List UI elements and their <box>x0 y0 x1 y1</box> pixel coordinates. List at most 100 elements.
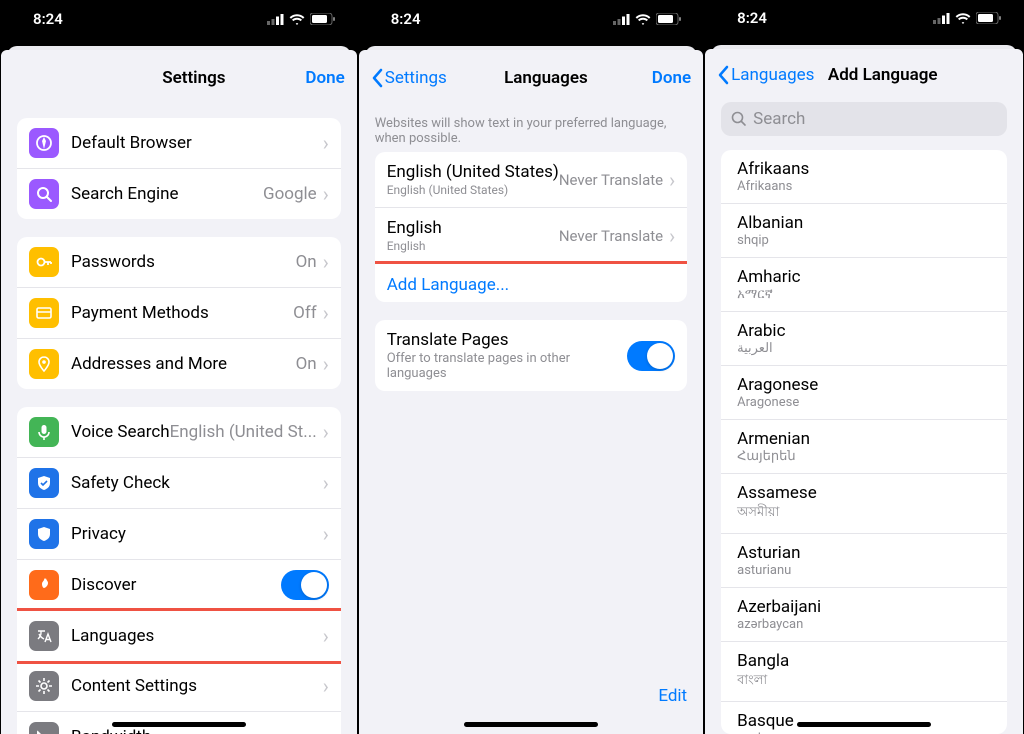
translate-toggle[interactable] <box>627 341 675 371</box>
navbar: Settings Done <box>1 56 357 100</box>
language-row[interactable]: EnglishEnglishNever Translate› <box>375 208 687 264</box>
row-label: Content Settings <box>71 676 323 696</box>
tab-strip <box>1 38 357 56</box>
chevron-right-icon: › <box>323 522 329 546</box>
language-option[interactable]: Albanianshqip <box>721 204 1007 258</box>
settings-row-privacy[interactable]: Privacy› <box>17 509 341 560</box>
language-row[interactable]: English (United States)English (United S… <box>375 152 687 208</box>
battery-icon <box>310 13 335 25</box>
chevron-right-icon: › <box>323 352 329 376</box>
settings-row-passwords[interactable]: PasswordsOn› <box>17 237 341 288</box>
language-option[interactable]: Banglaবাংলা <box>721 642 1007 702</box>
language-option[interactable]: AragoneseAragonese <box>721 366 1007 420</box>
language-name: Arabic <box>737 321 991 341</box>
row-value: Off <box>293 303 317 323</box>
language-native: Afrikaans <box>737 179 991 194</box>
language-option[interactable]: ArmenianՀայերեն <box>721 420 1007 474</box>
settings-row-content-settings[interactable]: Content Settings› <box>17 661 341 712</box>
section-description: Websites will show text in your preferre… <box>359 100 703 152</box>
language-native: العربية <box>737 341 991 356</box>
wifi-icon <box>289 14 305 25</box>
language-native: Հայերեն <box>737 449 991 464</box>
language-native: বাংলা <box>737 671 991 692</box>
done-button[interactable]: Done <box>285 68 345 88</box>
chevron-right-icon: › <box>669 168 675 192</box>
tab-strip <box>359 38 703 56</box>
back-button[interactable]: Settings <box>371 68 461 88</box>
row-label: Languages <box>71 626 323 646</box>
row-label: Addresses and More <box>71 354 296 374</box>
row-label: Privacy <box>71 524 323 544</box>
available-languages-list[interactable]: AfrikaansAfrikaansAlbanianshqipAmharicአማ… <box>721 150 1007 734</box>
home-indicator[interactable] <box>797 722 931 727</box>
chevron-right-icon: › <box>323 725 329 734</box>
language-native: asturianu <box>737 563 991 578</box>
settings-row-voice-search[interactable]: Voice SearchEnglish (United St...› <box>17 407 341 458</box>
shield-icon <box>29 468 59 498</box>
search-input[interactable]: Search <box>721 102 1007 136</box>
search-icon <box>731 111 747 127</box>
settings-row-addresses-and-more[interactable]: Addresses and MoreOn› <box>17 339 341 389</box>
home-indicator[interactable] <box>464 722 598 727</box>
done-button[interactable]: Done <box>631 68 691 88</box>
translate-status: Never Translate <box>559 171 663 189</box>
edit-button[interactable]: Edit <box>658 686 687 706</box>
row-value: English (United St... <box>170 422 317 442</box>
settings-list[interactable]: Default Browser›Search EngineGoogle›Pass… <box>1 100 357 734</box>
translate-sub: Offer to translate pages in other langua… <box>387 351 627 381</box>
row-label: Default Browser <box>71 133 323 153</box>
language-native: አማርኛ <box>737 287 991 302</box>
language-option[interactable]: Azerbaijaniazərbaycan <box>721 588 1007 642</box>
back-button[interactable]: Languages <box>717 65 814 85</box>
screen-languages: 8:24 Settings Languages Done Websites wi… <box>359 0 703 734</box>
wifi-icon <box>635 14 651 25</box>
language-option[interactable]: Basqueeuskara <box>721 702 1007 734</box>
wifi-icon <box>955 13 971 24</box>
language-option[interactable]: Asturianasturianu <box>721 534 1007 588</box>
gear-icon <box>29 671 59 701</box>
cellular-icon <box>933 13 950 24</box>
settings-row-discover[interactable]: Discover <box>17 560 341 611</box>
language-name: Azerbaijani <box>737 597 991 617</box>
language-name: English (United States) <box>387 162 559 182</box>
toggle[interactable] <box>281 570 329 600</box>
language-sub: English (United States) <box>387 183 559 197</box>
page-title: Settings <box>103 68 285 88</box>
cellular-icon <box>267 14 284 25</box>
chevron-right-icon: › <box>323 301 329 325</box>
chevron-right-icon: › <box>323 674 329 698</box>
add-language-button[interactable]: Add Language... <box>375 261 687 302</box>
language-name: Bangla <box>737 651 991 671</box>
row-value: On <box>296 252 317 272</box>
status-bar: 8:24 <box>705 0 1023 37</box>
row-label: Discover <box>71 575 281 595</box>
home-indicator[interactable] <box>112 722 246 727</box>
translate-status: Never Translate <box>559 227 663 245</box>
language-option[interactable]: Assameseঅসমীয়া <box>721 474 1007 534</box>
language-option[interactable]: Amharicአማርኛ <box>721 258 1007 312</box>
language-name: Aragonese <box>737 375 991 395</box>
settings-row-default-browser[interactable]: Default Browser› <box>17 118 341 169</box>
language-name: Armenian <box>737 429 991 449</box>
add-language-label: Add Language... <box>387 275 509 295</box>
language-native: অসমীয়া <box>737 503 991 524</box>
page-title: Languages <box>461 68 631 88</box>
clock: 8:24 <box>391 10 421 28</box>
key-icon <box>29 247 59 277</box>
language-option[interactable]: AfrikaansAfrikaans <box>721 150 1007 204</box>
status-bar: 8:24 <box>359 0 703 38</box>
screen-add-language: 8:24 Languages Add Language Search Afrik… <box>705 0 1023 734</box>
row-value: Google <box>263 184 317 204</box>
mic-icon <box>29 417 59 447</box>
language-native: Aragonese <box>737 395 991 410</box>
language-option[interactable]: Arabicالعربية <box>721 312 1007 366</box>
settings-row-search-engine[interactable]: Search EngineGoogle› <box>17 169 341 219</box>
compass-icon <box>29 128 59 158</box>
settings-row-languages[interactable]: Languages› <box>17 608 341 664</box>
cellular-icon <box>613 14 630 25</box>
settings-row-payment-methods[interactable]: Payment MethodsOff› <box>17 288 341 339</box>
settings-row-safety-check[interactable]: Safety Check› <box>17 458 341 509</box>
pin-icon <box>29 349 59 379</box>
battery-icon <box>656 13 681 25</box>
language-list: English (United States)English (United S… <box>375 152 687 302</box>
